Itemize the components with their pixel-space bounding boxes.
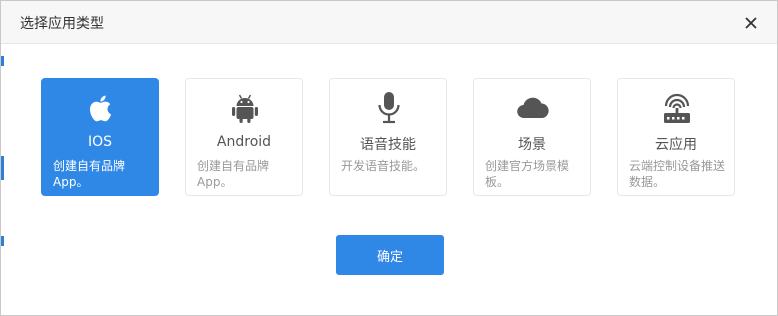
card-voice-skill[interactable]: 语音技能 开发语音技能。 xyxy=(329,78,447,196)
card-cloud-app[interactable]: 云应用 云端控制设备推送数据。 xyxy=(617,78,735,196)
card-name: Android xyxy=(216,134,272,150)
card-desc: 创建自有品牌App。 xyxy=(197,159,270,189)
router-icon xyxy=(658,89,696,127)
card-name: 场景 xyxy=(518,137,546,153)
background-edge xyxy=(1,236,4,246)
card-ios[interactable]: IOS 创建自有品牌App。 xyxy=(41,78,159,196)
microphone-icon xyxy=(370,89,408,127)
background-edge xyxy=(1,56,4,66)
card-name: 云应用 xyxy=(655,137,697,153)
card-desc: 创建官方场景模板。 xyxy=(485,159,570,189)
card-scene[interactable]: 场景 创建官方场景模板。 xyxy=(473,78,591,196)
card-android[interactable]: Android 创建自有品牌App。 xyxy=(185,78,303,196)
dialog-header: 选择应用类型 xyxy=(1,1,777,44)
card-desc: 创建自有品牌App。 xyxy=(53,159,126,189)
card-name: 语音技能 xyxy=(360,137,416,153)
android-icon xyxy=(226,89,264,127)
cloud-icon xyxy=(514,89,552,127)
card-desc: 云端控制设备推送数据。 xyxy=(629,159,726,189)
card-name: IOS xyxy=(87,134,113,150)
confirm-button[interactable]: 确定 xyxy=(336,235,444,275)
background-edge xyxy=(1,156,4,180)
close-icon[interactable] xyxy=(741,13,761,33)
card-desc: 开发语音技能。 xyxy=(341,159,426,173)
dialog-title: 选择应用类型 xyxy=(20,16,104,32)
select-app-type-dialog: 选择应用类型 IOS 创建自有品牌App。 Android 创建自有品牌App。… xyxy=(0,0,778,316)
apple-icon xyxy=(82,89,120,127)
